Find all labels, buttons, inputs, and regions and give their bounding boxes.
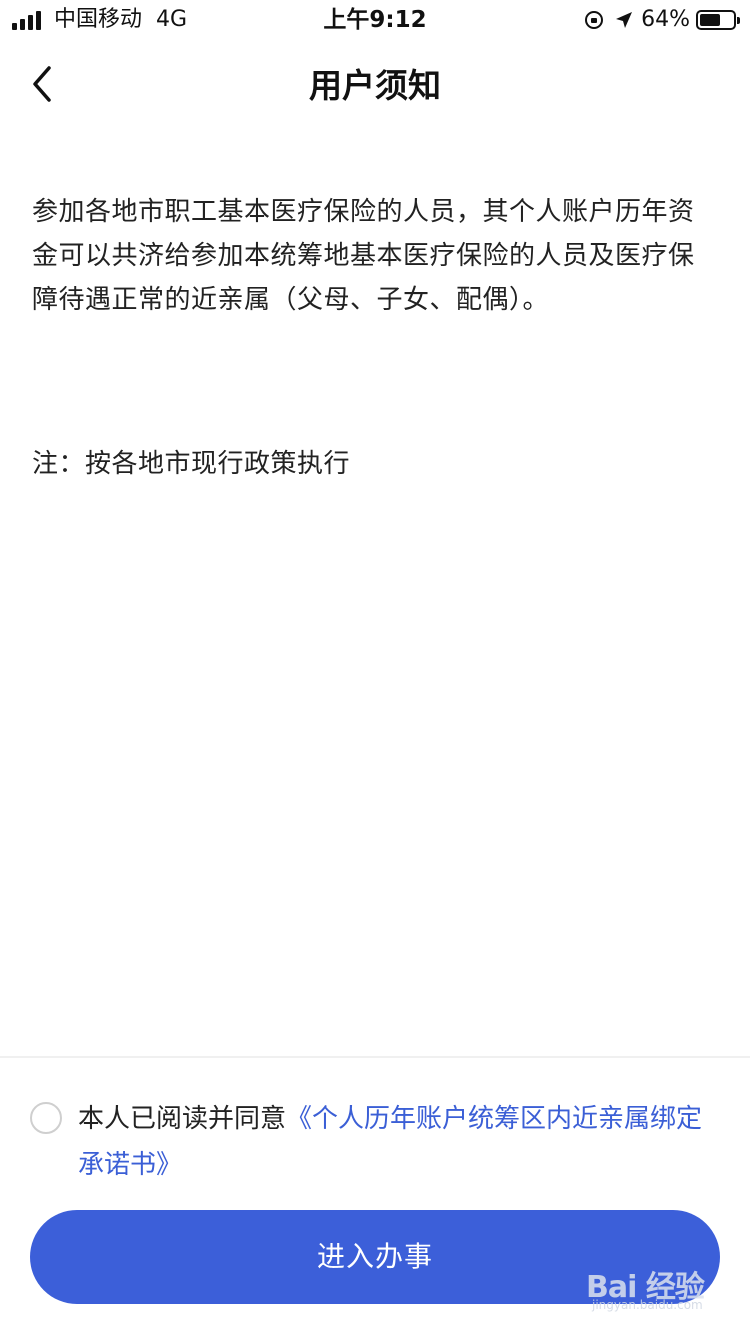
notice-content: 参加各地市职工基本医疗保险的人员，其个人账户历年资金可以共济给参加本统筹地基本医… [32,190,718,486]
location-arrow-icon [615,11,633,29]
battery-fill [700,14,721,26]
divider [0,1056,750,1058]
nav-bar: 用户须知 [0,44,750,124]
watermark-sub: jingyan.baidu.com [592,1298,703,1312]
agreement-text: 本人已阅读并同意《个人历年账户统筹区内近亲属绑定承诺书》 [78,1096,718,1188]
orientation-lock-icon [585,11,604,29]
baidu-jingyan-watermark: Bai 经验 jingyan.baidu.com [586,1262,726,1322]
page-title: 用户须知 [309,66,441,105]
policy-note: 注：按各地市现行政策执行 [32,449,351,479]
agree-checkbox[interactable] [30,1102,62,1134]
notice-paragraph: 参加各地市职工基本医疗保险的人员，其个人账户历年资金可以共济给参加本统筹地基本医… [32,197,695,315]
status-bar: 中国移动 4G 上午9:12 64% [0,0,750,40]
agreement-row: 本人已阅读并同意《个人历年账户统筹区内近亲属绑定承诺书》 [30,1096,720,1188]
status-right: 64% [585,6,740,34]
agreement-prefix: 本人已阅读并同意 [78,1104,287,1134]
battery-percent: 64% [641,7,690,32]
screen: 中国移动 4G 上午9:12 64% 用户须知 参加各地市职工基本医疗保险的人员… [0,0,750,1334]
battery-icon [696,10,740,30]
